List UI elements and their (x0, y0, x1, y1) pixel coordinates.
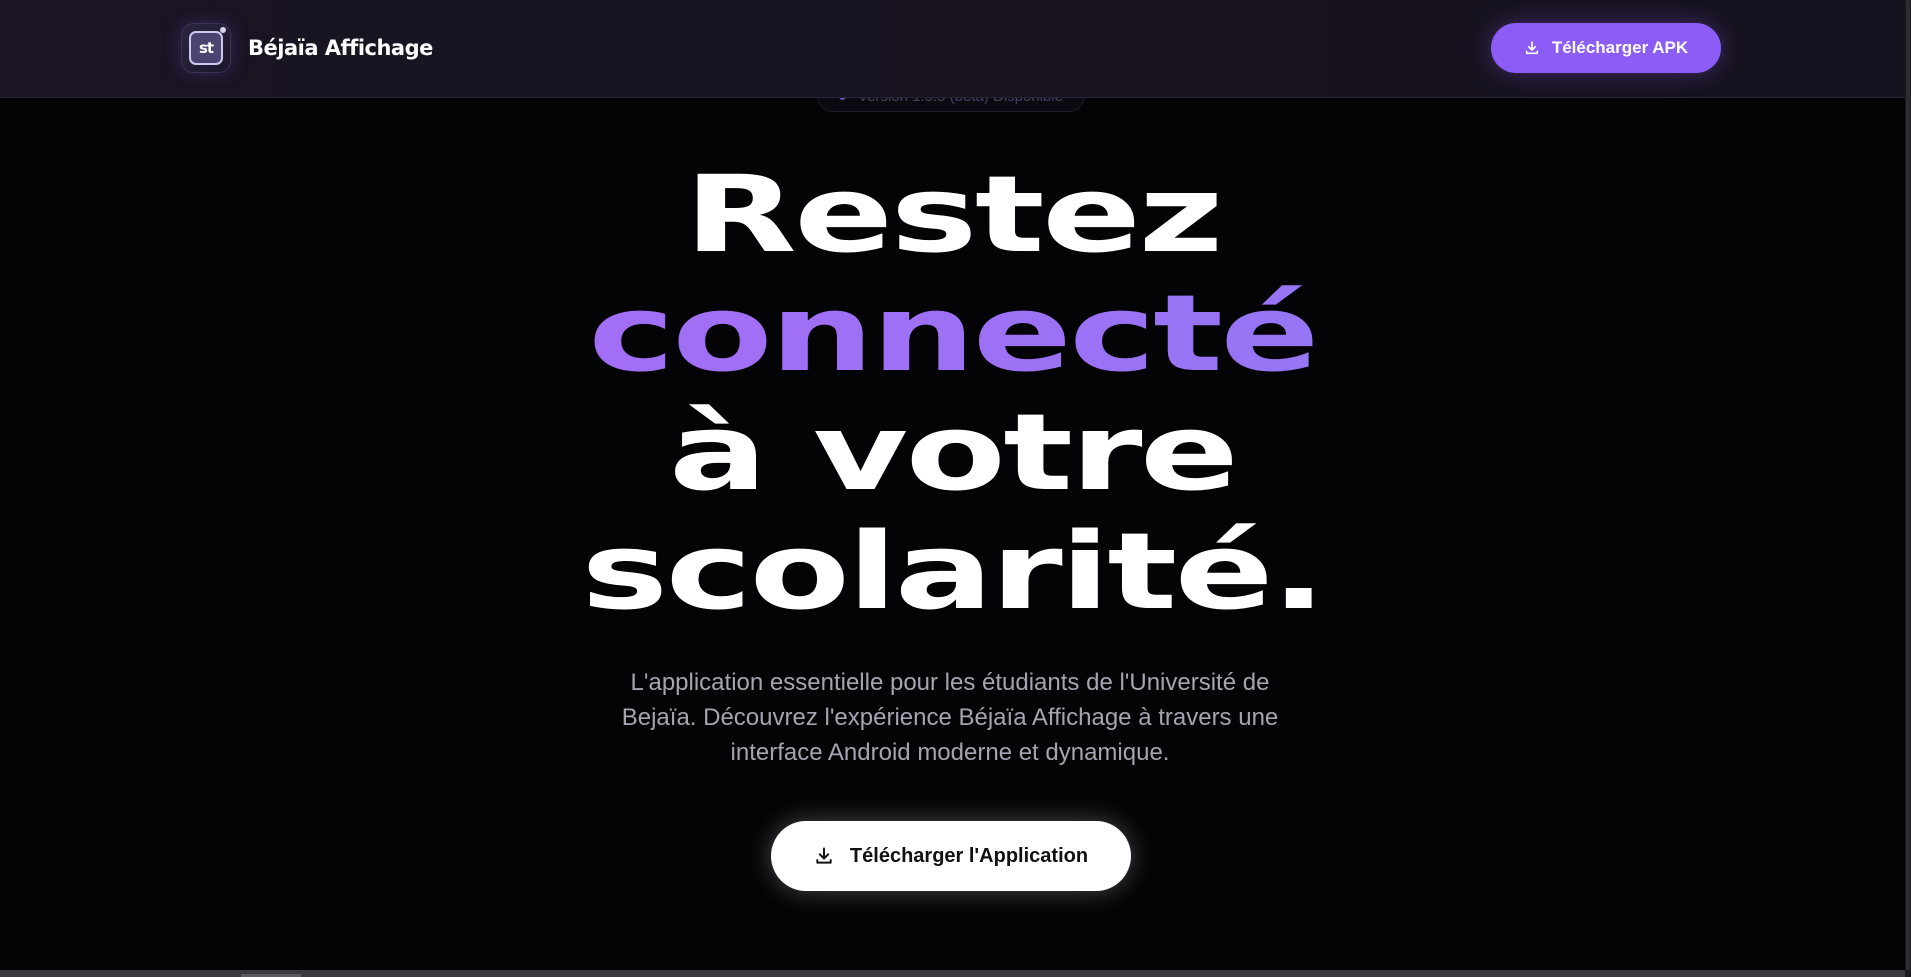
brand[interactable]: st Béjaïa Affichage (181, 23, 433, 73)
headline-line-accent: connecté (0, 274, 1911, 393)
headline-line-4: scolarité. (581, 510, 1326, 633)
hero-subtitle: L'application essentielle pour les étudi… (621, 669, 1279, 766)
landing-page: Version 1.5.5 (beta) Disponible st Béjaï… (0, 0, 1905, 970)
download-app-button[interactable]: Télécharger l'Application (771, 821, 1131, 891)
logo-dot-icon (220, 27, 226, 33)
hero-headline: Restez connecté à votre scolarité. (0, 155, 1905, 631)
download-apk-label: Télécharger APK (1551, 38, 1689, 57)
brand-name: Béjaïa Affichage (248, 36, 433, 60)
top-navbar: st Béjaïa Affichage Télécharger APK (0, 0, 1905, 98)
download-app-label: Télécharger l'Application (849, 844, 1089, 867)
download-icon (814, 846, 834, 866)
app-logo-icon: st (181, 23, 231, 73)
download-icon (1524, 40, 1540, 56)
headline-line-3: à votre (668, 391, 1239, 514)
browser-viewport: Version 1.5.5 (beta) Disponible st Béjaï… (0, 0, 1911, 977)
download-apk-button[interactable]: Télécharger APK (1491, 23, 1721, 73)
headline-line-1: Restez (684, 153, 1223, 276)
logo-monogram: st (189, 31, 223, 65)
